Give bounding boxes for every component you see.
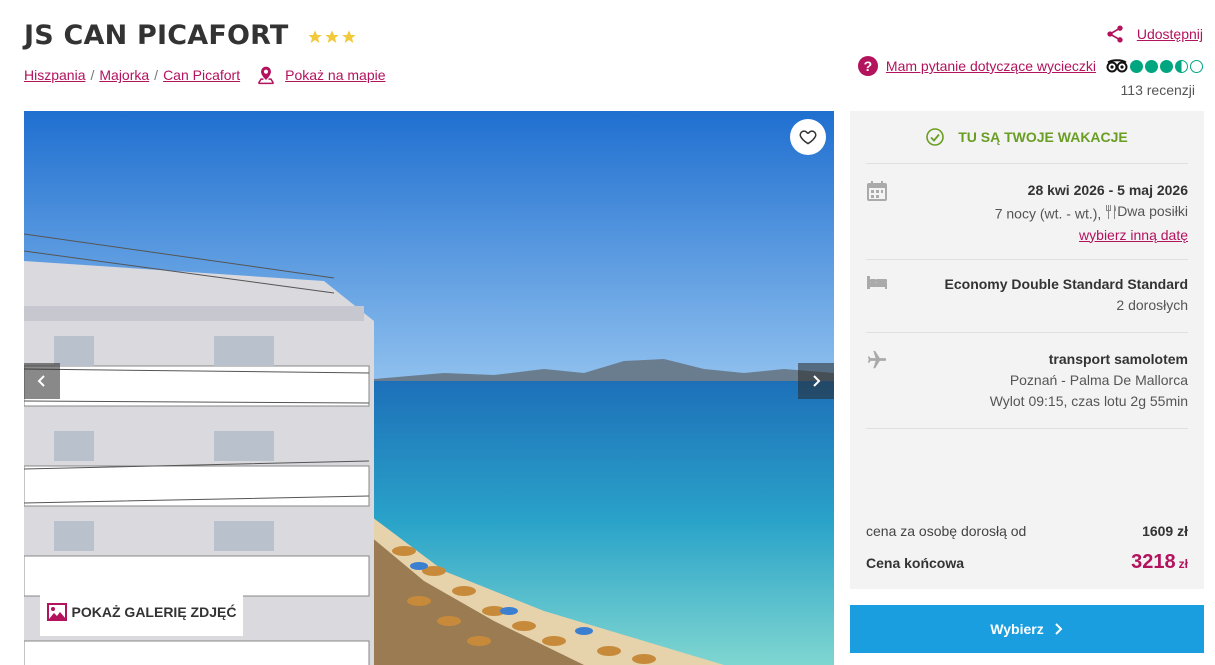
transport-block: transport samolotem Poznań - Palma De Ma… — [866, 333, 1188, 429]
calendar-icon — [867, 181, 887, 201]
room-block: Economy Double Standard Standard 2 doros… — [866, 260, 1188, 333]
change-date-link[interactable]: wybierz inną datę — [1079, 227, 1188, 243]
per-adult-price-label: cena za osobę dorosłą od — [866, 523, 1027, 539]
hotel-beach-image — [24, 111, 834, 665]
rating-bubble — [1175, 59, 1188, 73]
room-type: Economy Double Standard Standard — [944, 275, 1188, 292]
cutlery-icon — [1106, 204, 1117, 219]
chevron-right-icon — [813, 375, 821, 387]
previous-photo-button[interactable] — [24, 363, 60, 399]
star-icon — [324, 29, 339, 43]
star-icon — [307, 29, 322, 43]
final-price-currency: zł — [1178, 557, 1188, 571]
breadcrumb-region[interactable]: Majorka — [99, 67, 149, 83]
rating-bubble — [1190, 59, 1203, 73]
hotel-photo[interactable]: POKAŻ GALERIĘ ZDJĘĆ — [24, 111, 834, 665]
nights-count: 7 nocy (wt. - wt.), — [994, 205, 1102, 222]
share-icon — [1107, 25, 1123, 43]
heart-icon — [799, 130, 817, 145]
flight-route: Poznań - Palma De Mallorca — [1009, 371, 1188, 388]
guest-count: 2 dorosłych — [1116, 296, 1188, 313]
favorite-button[interactable] — [790, 119, 826, 155]
reviews-count[interactable]: 113 recenzji — [858, 82, 1203, 98]
offer-panel: TU SĄ TWOJE WAKACJE 28 kwi 2026 - 5 maj … — [850, 111, 1204, 589]
chevron-right-icon — [1055, 623, 1063, 635]
breadcrumb-city[interactable]: Can Picafort — [163, 67, 240, 83]
select-offer-button[interactable]: Wybierz — [850, 605, 1204, 653]
share-button[interactable]: Udostępnij — [858, 24, 1203, 44]
show-gallery-button[interactable]: POKAŻ GALERIĘ ZDJĘĆ — [40, 588, 243, 636]
final-price: 3218 zł — [1131, 551, 1188, 574]
transport-type: transport samolotem — [1048, 350, 1188, 367]
map-pin-icon — [257, 66, 275, 85]
breadcrumb-separator: / — [154, 67, 159, 83]
image-icon — [46, 603, 67, 621]
vacation-badge-label: TU SĄ TWOJE WAKACJE — [958, 129, 1128, 145]
select-offer-label: Wybierz — [990, 621, 1044, 637]
breadcrumb-separator: / — [90, 67, 95, 83]
travel-dates: 28 kwi 2026 - 5 maj 2026 — [1027, 182, 1188, 198]
per-adult-price: 1609 zł — [1142, 523, 1188, 539]
final-price-amount: 3218 — [1131, 551, 1176, 573]
tripadvisor-rating[interactable] — [1106, 59, 1203, 73]
show-on-map-link[interactable]: Pokaż na mapie — [256, 65, 386, 85]
vacation-badge: TU SĄ TWOJE WAKACJE — [866, 111, 1188, 164]
date-block: 28 kwi 2026 - 5 maj 2026 7 nocy (wt. - w… — [866, 164, 1188, 260]
header-actions: Udostępnij ? Mam pytanie dotyczące wycie… — [857, 24, 1203, 98]
airplane-icon — [867, 350, 887, 368]
tripadvisor-owl-icon — [1106, 59, 1128, 73]
breadcrumb-country[interactable]: Hiszpania — [24, 67, 85, 83]
bed-icon — [867, 275, 887, 289]
final-price-label: Cena końcowa — [866, 554, 965, 571]
star-icon — [341, 29, 356, 43]
question-link[interactable]: Mam pytanie dotyczące wycieczki — [886, 58, 1096, 74]
hotel-header: JS CAN PICAFORT Hiszpania / Majorka / Ca… — [24, 20, 386, 85]
chevron-left-icon — [37, 375, 45, 387]
flight-details: Wylot 09:15, czas lotu 2g 55min — [989, 392, 1188, 409]
show-gallery-label: POKAŻ GALERIĘ ZDJĘĆ — [71, 604, 237, 620]
show-on-map-label[interactable]: Pokaż na mapie — [285, 67, 385, 83]
price-summary: cena za osobę dorosłą od 1609 zł Cena ko… — [866, 523, 1188, 574]
question-icon: ? — [857, 56, 878, 76]
check-circle-icon — [926, 128, 945, 146]
rating-bubble — [1130, 59, 1143, 73]
meal-plan: Dwa posiłki — [1117, 203, 1188, 219]
hotel-title: JS CAN PICAFORT — [24, 20, 289, 51]
rating-bubble — [1160, 59, 1173, 73]
rating-bubble — [1145, 59, 1158, 73]
next-photo-button[interactable] — [798, 363, 834, 399]
breadcrumb: Hiszpania / Majorka / Can Picafort Pokaż… — [24, 65, 386, 85]
share-label[interactable]: Udostępnij — [1137, 26, 1203, 42]
hotel-stars — [307, 29, 358, 45]
